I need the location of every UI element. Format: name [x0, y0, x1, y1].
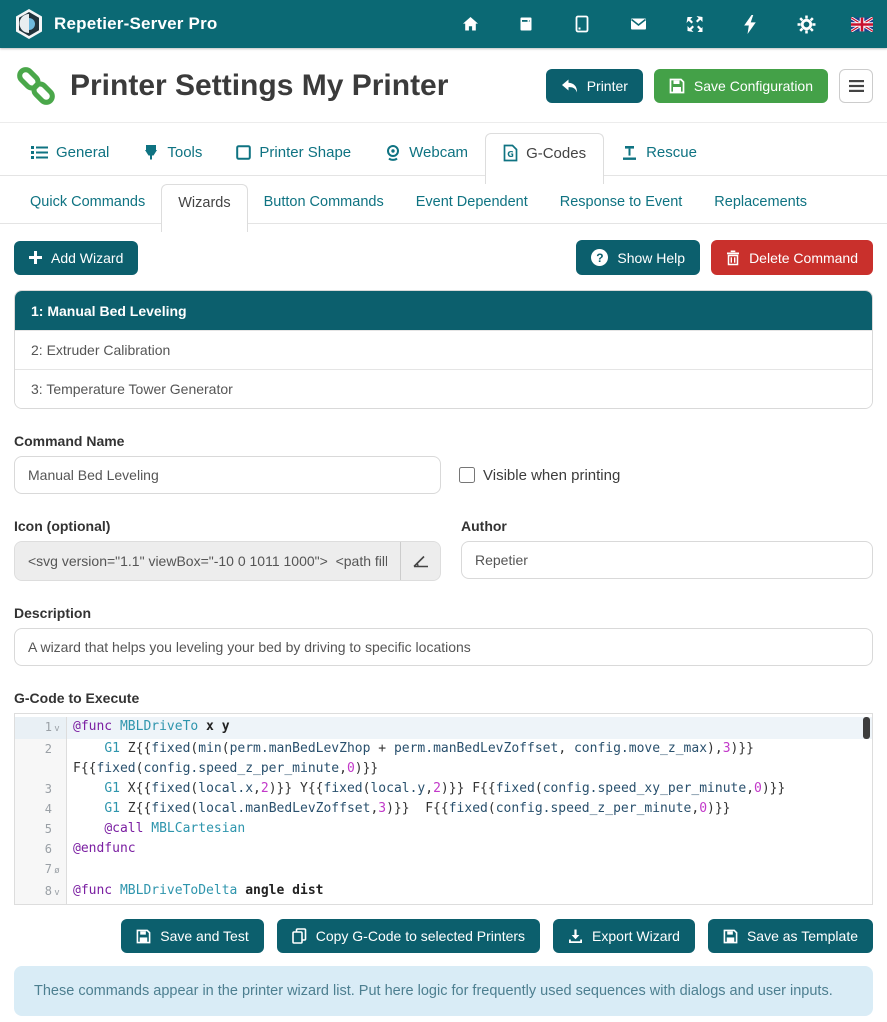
command-name-input[interactable] [14, 456, 441, 494]
tab-g-codes[interactable]: G G-Codes [485, 133, 604, 184]
author-input[interactable] [461, 541, 873, 579]
subtab-response-to-event[interactable]: Response to Event [544, 184, 699, 223]
tab-printer-shape[interactable]: Printer Shape [219, 134, 368, 175]
icon-label: Icon (optional) [14, 518, 441, 534]
command-name-label: Command Name [14, 433, 873, 449]
plus-icon [29, 251, 42, 264]
visible-when-printing-checkbox[interactable] [459, 467, 475, 483]
visible-when-printing-checkbox-row[interactable]: Visible when printing [459, 467, 620, 484]
icon-preview-button[interactable] [400, 542, 440, 580]
info-text: These commands appear in the printer wiz… [34, 983, 833, 999]
square-icon [236, 145, 251, 160]
gcode-file-icon: G [503, 144, 518, 162]
subtab-replacements[interactable]: Replacements [698, 184, 823, 223]
tab-webcam[interactable]: Webcam [368, 134, 485, 175]
list-item[interactable]: 1: Manual Bed Leveling [15, 291, 872, 330]
footer: Save Configuration [0, 1016, 887, 1022]
copy-icon [292, 928, 307, 944]
editor-line: 4 G1 Z{{fixed(local.manBedLevZoffset,3)}… [15, 799, 872, 819]
angle-icon [413, 555, 429, 568]
tablet-icon[interactable] [571, 14, 593, 34]
top-navbar: Repetier-Server Pro [0, 0, 887, 48]
brand[interactable]: Repetier-Server Pro [14, 8, 217, 40]
description-label: Description [14, 605, 873, 621]
tab-rescue[interactable]: Rescue [604, 134, 714, 175]
trash-icon [726, 250, 740, 266]
editor-line: 1v@func MBLDriveTo x y [15, 717, 872, 739]
gcode-label: G-Code to Execute [14, 690, 873, 706]
save-as-template-button[interactable]: Save as Template [708, 919, 873, 953]
repetier-logo-icon [14, 8, 44, 40]
webcam-icon [385, 144, 401, 161]
bolt-icon[interactable] [739, 14, 761, 34]
printer-icon[interactable] [515, 14, 537, 34]
gear-icon[interactable] [795, 14, 817, 34]
hamburger-icon [849, 80, 864, 92]
editor-line: 6@endfunc [15, 839, 872, 859]
editor-line: 3 G1 X{{fixed(local.x,2)}} Y{{fixed(loca… [15, 779, 872, 799]
mail-icon[interactable] [627, 14, 649, 34]
chain-link-icon [14, 64, 58, 108]
author-label: Author [461, 518, 873, 534]
copy-gcode-button[interactable]: Copy G-Code to selected Printers [277, 919, 540, 953]
download-icon [568, 929, 583, 944]
wizard-form: Command Name Visible when printing Icon … [0, 433, 887, 905]
extruder-icon [143, 144, 159, 161]
printer-button[interactable]: Printer [546, 69, 643, 103]
list-icon [31, 145, 48, 160]
editor-line: 8v@func MBLDriveToDelta angle dist [15, 881, 872, 903]
editor-line: 7ø [15, 859, 872, 881]
question-icon: ? [591, 249, 608, 266]
info-box: These commands appear in the printer wiz… [14, 966, 873, 1016]
uk-flag-icon[interactable] [851, 14, 873, 34]
editor-line: 5 @call MBLCartesian [15, 819, 872, 839]
list-item[interactable]: 3: Temperature Tower Generator [15, 369, 872, 408]
wizard-toolbar: Add Wizard ? Show Help Delete Command [0, 224, 887, 275]
menu-button[interactable] [839, 69, 873, 103]
list-item[interactable]: 2: Extruder Calibration [15, 330, 872, 369]
save-icon [136, 929, 151, 944]
delete-command-button[interactable]: Delete Command [711, 240, 873, 275]
editor-scrollbar-thumb[interactable] [863, 717, 870, 739]
tab-general[interactable]: General [14, 134, 126, 175]
gcode-editor[interactable]: 1v@func MBLDriveTo x y2 G1 Z{{fixed(min(… [14, 713, 873, 905]
subtab-event-dependent[interactable]: Event Dependent [400, 184, 544, 223]
gcode-subtabs: Quick Commands Wizards Button Commands E… [0, 176, 887, 224]
main-tabs: General Tools Printer Shape Webcam G G-C… [0, 123, 887, 176]
show-help-button[interactable]: ? Show Help [576, 240, 700, 275]
save-icon [669, 78, 685, 94]
rescue-icon [621, 145, 638, 161]
tab-tools[interactable]: Tools [126, 134, 219, 175]
subtab-wizards[interactable]: Wizards [161, 184, 247, 232]
subtab-quick-commands[interactable]: Quick Commands [14, 184, 161, 223]
icon-svg-input[interactable] [15, 542, 400, 580]
expand-icon[interactable] [683, 14, 705, 34]
editor-line: 9 G1 Z{{fixed(min(perm.manBedLevDeltaZho… [15, 903, 872, 905]
svg-text:G: G [507, 150, 514, 159]
back-arrow-icon [561, 79, 578, 94]
editor-line: 2 G1 Z{{fixed(min(perm.manBedLevZhop + p… [15, 739, 872, 779]
gcode-editor-lines: 1v@func MBLDriveTo x y2 G1 Z{{fixed(min(… [15, 717, 872, 905]
editor-actions: Save and Test Copy G-Code to selected Pr… [0, 905, 887, 953]
save-icon [723, 929, 738, 944]
wizard-list: 1: Manual Bed Leveling 2: Extruder Calib… [14, 290, 873, 409]
save-and-test-button[interactable]: Save and Test [121, 919, 263, 953]
add-wizard-button[interactable]: Add Wizard [14, 241, 138, 275]
page-header: Printer Settings My Printer Printer Save… [0, 48, 887, 123]
page-title: Printer Settings My Printer [70, 69, 448, 103]
export-wizard-button[interactable]: Export Wizard [553, 919, 695, 953]
subtab-button-commands[interactable]: Button Commands [248, 184, 400, 223]
description-input[interactable] [14, 628, 873, 666]
home-icon[interactable] [459, 14, 481, 34]
save-configuration-button[interactable]: Save Configuration [654, 69, 828, 103]
brand-name: Repetier-Server Pro [54, 14, 217, 34]
